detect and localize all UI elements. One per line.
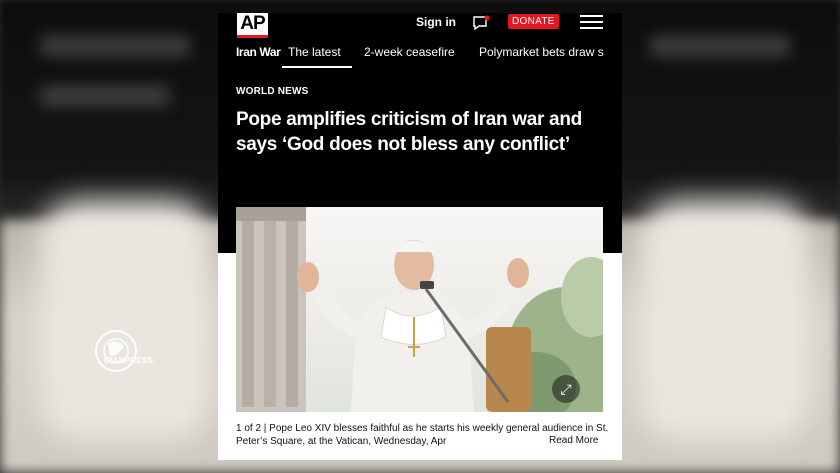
signin-link[interactable]: Sign in xyxy=(416,15,456,29)
photo-illustration xyxy=(236,207,603,412)
category-label[interactable]: WORLD NEWS xyxy=(236,86,309,97)
nav-tab-the-latest[interactable]: The latest xyxy=(288,45,341,59)
logo-underline xyxy=(237,35,268,38)
hamburger-menu-icon[interactable] xyxy=(580,15,603,29)
article-screenshot: AP Sign in DONATE Iran War The latest 2-… xyxy=(218,13,622,460)
backdrop-blob xyxy=(640,200,810,440)
chat-icon[interactable] xyxy=(472,15,490,31)
backdrop-smear xyxy=(40,35,190,57)
backdrop-smear xyxy=(40,85,170,107)
caption-fade xyxy=(480,435,550,449)
backdrop-smear xyxy=(650,35,790,57)
nav-tab-ceasefire[interactable]: 2-week ceasefire xyxy=(364,45,455,59)
active-tab-indicator xyxy=(282,66,352,68)
read-more-link[interactable]: Read More xyxy=(545,435,599,446)
nav-section-label[interactable]: Iran War xyxy=(236,45,281,59)
expand-icon[interactable]: ⤢ xyxy=(552,375,580,403)
ap-logo[interactable]: AP xyxy=(237,13,268,35)
nav-tab-polymarket[interactable]: Polymarket bets draw s xyxy=(479,45,604,59)
watermark-text: IRANPRESS xyxy=(104,356,154,365)
backdrop-blob xyxy=(40,200,210,440)
iranpress-logo xyxy=(95,330,137,372)
topic-nav: Iran War The latest 2-week ceasefire Pol… xyxy=(218,43,622,69)
article-photo[interactable]: ⤢ xyxy=(236,207,603,412)
donate-button[interactable]: DONATE xyxy=(508,14,559,29)
article-headline: Pope amplifies criticism of Iran war and… xyxy=(236,109,582,155)
